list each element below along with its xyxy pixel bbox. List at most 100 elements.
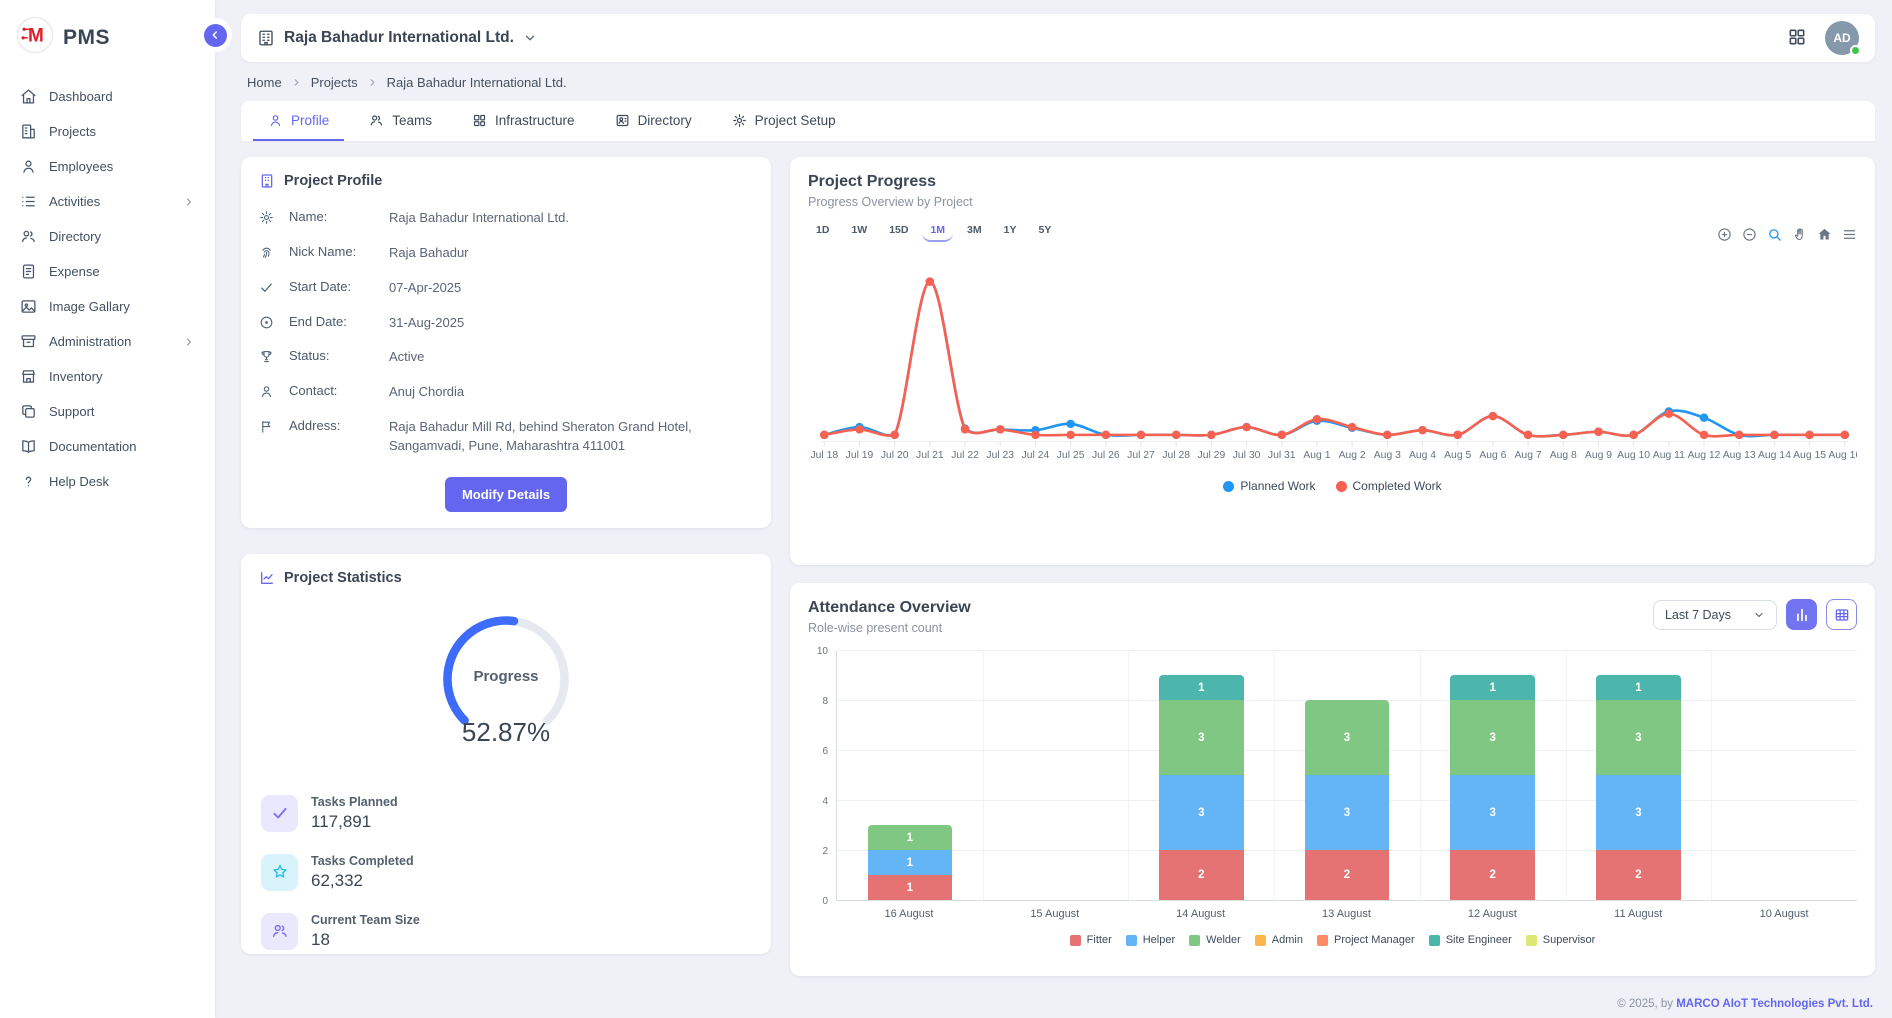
sidebar-item-help-desk[interactable]: Help Desk	[14, 464, 201, 499]
breadcrumb-projects[interactable]: Projects	[311, 75, 358, 90]
pan-hand-icon[interactable]	[1792, 227, 1807, 242]
legend-swatch	[1189, 935, 1200, 946]
sidebar-item-employees[interactable]: Employees	[14, 149, 201, 184]
tab-profile[interactable]: Profile	[253, 101, 344, 141]
top-header: Raja Bahadur International Ltd. AD	[241, 14, 1875, 62]
sidebar-collapse-button[interactable]	[204, 24, 227, 47]
sidebar-item-label: Directory	[49, 229, 101, 244]
range-15d[interactable]: 15D	[881, 221, 916, 242]
bar-segment-value: 1	[1198, 682, 1204, 694]
sidebar-item-activities[interactable]: Activities	[14, 184, 201, 219]
bar-segment-value: 3	[1344, 807, 1350, 819]
legend-item-completed-work[interactable]: Completed Work	[1336, 479, 1442, 493]
x-axis-label: Aug 4	[1409, 450, 1436, 461]
modify-details-button[interactable]: Modify Details	[445, 477, 567, 512]
sidebar-item-inventory[interactable]: Inventory	[14, 359, 201, 394]
tab-project-setup[interactable]: Project Setup	[717, 101, 851, 141]
fingerprint-icon	[259, 245, 274, 260]
pms-logo-icon: M	[16, 16, 54, 59]
legend-item-helper[interactable]: Helper	[1126, 934, 1175, 946]
zoom-in-icon[interactable]	[1717, 227, 1732, 242]
progress-subtitle: Progress Overview by Project	[808, 195, 1857, 209]
people-icon	[20, 228, 37, 245]
sidebar-item-dashboard[interactable]: Dashboard	[14, 79, 201, 114]
zoom-out-icon[interactable]	[1742, 227, 1757, 242]
sidebar-item-documentation[interactable]: Documentation	[14, 429, 201, 464]
tab-label: Infrastructure	[495, 113, 575, 128]
completed-work-marker	[1700, 431, 1709, 439]
profile-field-nickname: Nick Name: Raja Bahadur	[259, 236, 753, 271]
profile-person-icon	[268, 113, 283, 128]
field-label: Status:	[289, 348, 379, 363]
bar-segment-welder: 3	[1305, 700, 1390, 775]
apps-grid-button[interactable]	[1787, 27, 1807, 50]
grid-view-button[interactable]	[1826, 599, 1857, 630]
tab-directory[interactable]: Directory	[600, 101, 707, 141]
range-selector: 1D 1W 15D 1M 3M 1Y5Y	[808, 221, 1059, 242]
table-grid-icon	[1834, 607, 1850, 623]
range-1w[interactable]: 1W	[843, 221, 875, 242]
range-1y[interactable]: 1Y	[996, 221, 1025, 242]
main-area: Raja Bahadur International Ltd. AD Home …	[215, 0, 1892, 1018]
sidebar-item-directory[interactable]: Directory	[14, 219, 201, 254]
range-1m[interactable]: 1M	[922, 221, 953, 242]
receipt-icon	[20, 263, 37, 280]
range-1d[interactable]: 1D	[808, 221, 837, 242]
team-size-tile	[261, 913, 298, 950]
x-axis-label: 14 August	[1128, 908, 1274, 920]
star-icon	[271, 863, 289, 881]
legend-item-admin[interactable]: Admin	[1255, 934, 1303, 946]
sidebar-item-administration[interactable]: Administration	[14, 324, 201, 359]
completed-work-marker	[890, 431, 899, 439]
legend-swatch	[1070, 935, 1081, 946]
breadcrumb-home[interactable]: Home	[247, 75, 282, 90]
stat-value: 117,891	[311, 812, 398, 832]
range-3m[interactable]: 3M	[959, 221, 990, 242]
bar-segment-value: 1	[1635, 682, 1641, 694]
completed-work-marker	[1031, 431, 1040, 439]
completed-work-marker	[1805, 431, 1814, 439]
footer-company-link[interactable]: MARCO AIoT Technologies Pvt. Ltd.	[1676, 998, 1873, 1010]
legend-item-planned-work[interactable]: Planned Work	[1223, 479, 1315, 493]
bar-segment-site-engineer: 1	[1450, 675, 1535, 700]
sidebar-item-support[interactable]: Support	[14, 394, 201, 429]
x-axis-label: Aug 7	[1515, 450, 1542, 461]
tab-infrastructure[interactable]: Infrastructure	[457, 101, 590, 141]
completed-work-marker	[1207, 431, 1216, 439]
legend-item-site-engineer[interactable]: Site Engineer	[1429, 934, 1512, 946]
logo[interactable]: M PMS	[14, 12, 201, 79]
y-axis-label: 10	[817, 646, 828, 657]
menu-icon[interactable]	[1842, 227, 1857, 242]
tasks-completed-tile	[261, 854, 298, 891]
sidebar-item-expense[interactable]: Expense	[14, 254, 201, 289]
sidebar-item-image-gallery[interactable]: Image Gallary	[14, 289, 201, 324]
completed-work-marker	[1102, 431, 1111, 439]
line-chart: Jul 18Jul 19Jul 20Jul 21Jul 22Jul 23Jul …	[808, 252, 1857, 475]
project-statistics-card: Project Statistics Progress 52.87%	[241, 554, 771, 954]
sidebar-item-projects[interactable]: Projects	[14, 114, 201, 149]
field-value: 31-Aug-2025	[389, 314, 753, 333]
legend-item-fitter[interactable]: Fitter	[1070, 934, 1112, 946]
statistics-chart-icon	[259, 570, 275, 586]
bar-column-16-august: 111	[837, 651, 983, 900]
bar-segment-value: 1	[907, 832, 913, 844]
infrastructure-grid-icon	[472, 113, 487, 128]
user-avatar[interactable]: AD	[1825, 21, 1859, 55]
legend-item-welder[interactable]: Welder	[1189, 934, 1241, 946]
bar-view-button[interactable]	[1786, 599, 1817, 630]
field-value: Raja Bahadur	[389, 244, 753, 263]
chevron-right-icon	[183, 196, 195, 208]
range-5y[interactable]: 5Y	[1030, 221, 1059, 242]
legend-item-project-manager[interactable]: Project Manager	[1317, 934, 1415, 946]
selection-zoom-icon[interactable]	[1767, 227, 1782, 242]
home-reset-icon[interactable]	[1817, 227, 1832, 242]
gear-icon	[732, 113, 747, 128]
x-axis-label: Jul 28	[1162, 450, 1190, 461]
tab-teams[interactable]: Teams	[354, 101, 447, 141]
completed-work-marker	[1383, 431, 1392, 439]
date-range-select[interactable]: Last 7 Days	[1653, 600, 1777, 630]
legend-label: Welder	[1206, 934, 1241, 946]
company-selector[interactable]: Raja Bahadur International Ltd.	[257, 29, 537, 47]
legend-item-supervisor[interactable]: Supervisor	[1526, 934, 1596, 946]
bar-segment-site-engineer: 1	[1596, 675, 1681, 700]
